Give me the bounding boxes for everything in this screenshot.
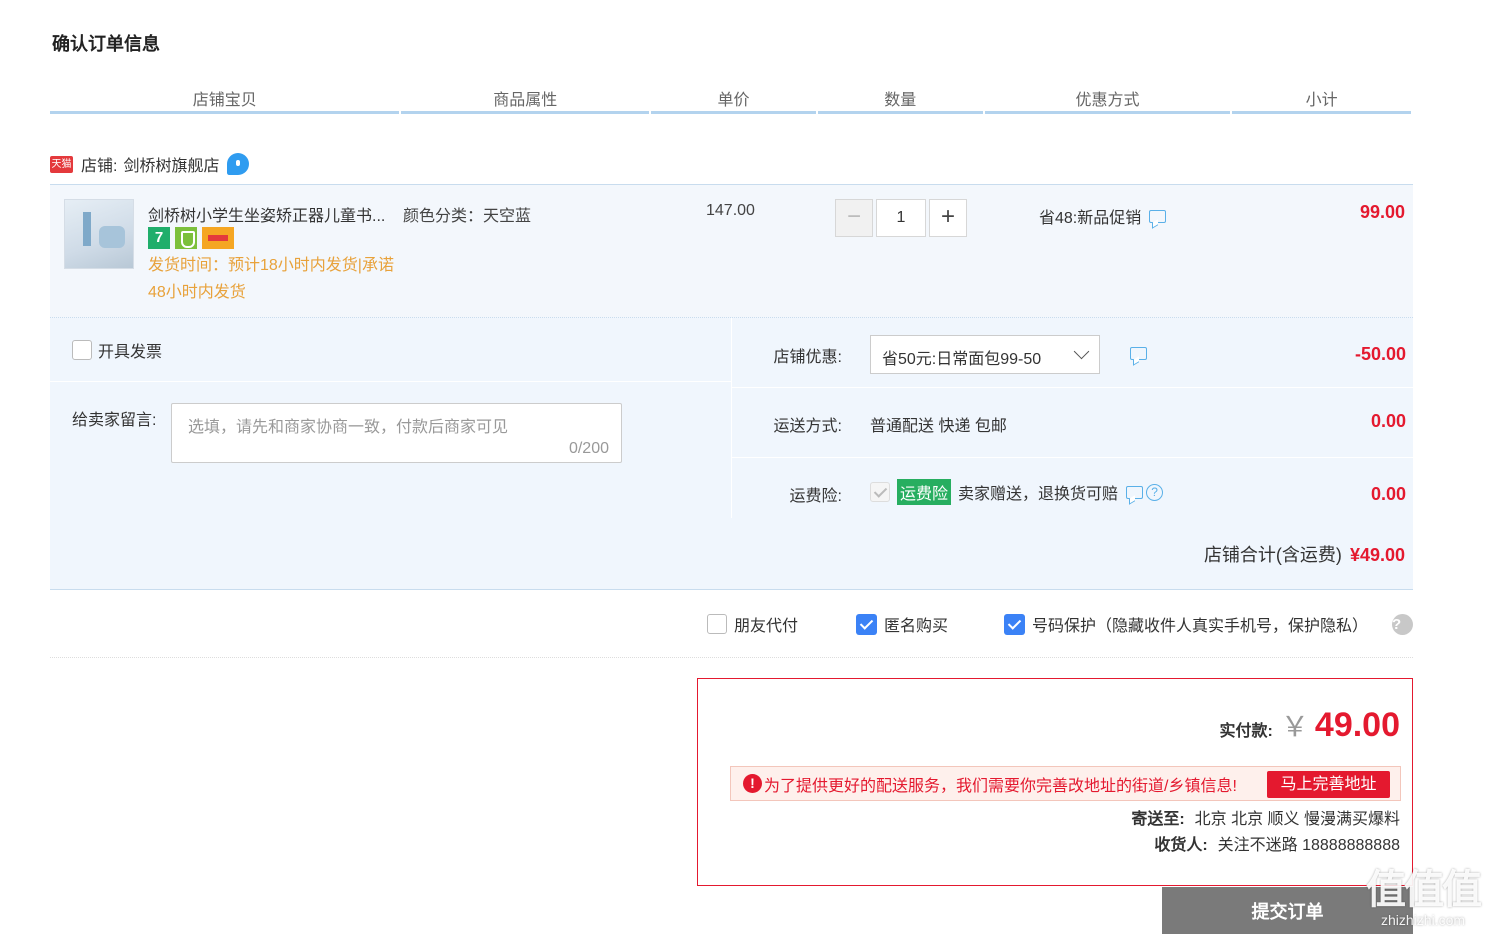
currency-symbol: ￥ <box>1280 711 1309 742</box>
item-subtotal: 99.00 <box>1359 202 1405 222</box>
column-attributes: 商品属性 <box>401 84 650 114</box>
guarantee-shield-icon[interactable] <box>175 227 197 249</box>
order-item-row: 剑桥树小学生坐姿矫正器儿童书... 7 发货时间：预计18小时内发货|承诺48小… <box>50 184 1413 318</box>
insurance-tag: 运费险 <box>897 479 952 505</box>
shipping-label: 运送方式: <box>773 418 842 435</box>
shop-discount-label: 店铺优惠: <box>773 349 842 366</box>
divider <box>50 657 1413 658</box>
message-placeholder: 选填，请先和商家协商一致，付款后商家可见 <box>188 419 509 436</box>
promotion-text: 省48:新品促销 <box>1039 210 1142 227</box>
shipping-address: 寄送至: 北京 北京 顺义 慢漫满买爆料 <box>1131 805 1400 829</box>
promotion: 省48:新品促销 <box>1039 204 1167 228</box>
page-title: 确认订单信息 <box>52 34 160 54</box>
quantity-increase-button[interactable]: + <box>929 199 967 237</box>
insurance-checkbox <box>870 482 890 502</box>
wangwang-chat-icon[interactable] <box>227 153 250 175</box>
anonymous-option[interactable]: 匿名购买 <box>856 612 948 636</box>
insurance-amount: 0.00 <box>1370 484 1406 504</box>
tmall-icon: 天猫 <box>50 155 73 173</box>
anonymous-checkbox[interactable] <box>856 613 877 635</box>
invoice-option[interactable]: 开具发票 <box>72 338 162 362</box>
column-shop-item: 店铺宝贝 <box>50 84 400 114</box>
product-thumbnail[interactable] <box>64 199 134 269</box>
shop-discount-row: 店铺优惠: 省50元:日常面包99-50 -50.00 <box>732 318 1414 388</box>
order-options-right: 店铺优惠: 省50元:日常面包99-50 -50.00 运送方式: 普通配送 快… <box>731 318 1414 518</box>
shop-name-link[interactable]: 剑桥树旗舰店 <box>123 152 219 176</box>
watermark-site: zhizhizhi.com <box>1380 912 1466 928</box>
shop-label: 店铺: <box>81 158 118 175</box>
shop-info: 天猫 店铺: 剑桥树旗舰店 <box>50 152 250 176</box>
number-protect-label: 号码保护（隐藏收件人真实手机号，保护隐私） <box>1032 618 1369 635</box>
watermark-logo: 值值值 <box>1366 868 1482 912</box>
column-discount: 优惠方式 <box>984 84 1231 114</box>
quantity-input[interactable]: 1 <box>876 199 926 237</box>
shipping-method: 普通配送 快递 包邮 <box>870 418 1007 435</box>
receiver-label: 收货人: <box>1154 837 1208 854</box>
payment-total: 实付款: ￥ 49.00 <box>1220 705 1400 745</box>
help-icon[interactable]: ? <box>1392 614 1413 635</box>
warning-icon: ! <box>743 774 762 793</box>
insurance-option: 运费险 卖家赠送，退换货可赔 ? <box>870 479 1164 505</box>
number-protect-option[interactable]: 号码保护（隐藏收件人真实手机号，保护隐私） <box>1004 612 1368 636</box>
unit-price: 147.00 <box>706 202 755 219</box>
receiver-info: 收货人: 关注不迷路 18888888888 <box>1154 831 1400 855</box>
message-char-count: 0/200 <box>568 440 609 457</box>
insurance-description: 卖家赠送，退换货可赔 <box>958 486 1119 503</box>
shop-total: 店铺合计(含运费) ¥49.00 <box>1204 541 1405 567</box>
receiver-value: 关注不迷路 18888888888 <box>1217 837 1400 854</box>
column-subtotal: 小计 <box>1232 84 1411 114</box>
comment-icon[interactable] <box>1126 485 1144 499</box>
message-label: 给卖家留言: <box>72 412 157 429</box>
comment-icon[interactable] <box>1149 209 1167 223</box>
column-header: 店铺宝贝 商品属性 单价 数量 优惠方式 小计 <box>50 84 1413 114</box>
product-name-link[interactable]: 剑桥树小学生坐姿矫正器儿童书... <box>148 202 385 226</box>
shipping-row: 运送方式: 普通配送 快递 包邮 0.00 <box>732 388 1414 458</box>
watermark: 值值值 zhizhizhi.com <box>1366 868 1482 928</box>
friend-pay-option[interactable]: 朋友代付 <box>707 612 798 636</box>
warning-text: 为了提供更好的配送服务，我们需要你完善改地址的街道/乡镇信息! <box>764 777 1237 795</box>
chevron-down-icon <box>1073 343 1090 360</box>
column-unit-price: 单价 <box>651 84 816 114</box>
shipping-time-note: 发货时间：预计18小时内发货|承诺48小时内发货 <box>148 257 394 301</box>
insurance-label: 运费险: <box>789 488 842 505</box>
insurance-row: 运费险: 运费险 卖家赠送，退换货可赔 ? 0.00 <box>732 458 1414 518</box>
seven-day-return-icon[interactable]: 7 <box>148 227 170 249</box>
friend-pay-label: 朋友代付 <box>734 618 799 635</box>
seller-message-input[interactable]: 选填，请先和商家协商一致，付款后商家可见 0/200 <box>171 403 622 463</box>
anonymous-label: 匿名购买 <box>884 618 949 635</box>
shop-discount-selected: 省50元:日常面包99-50 <box>882 351 1042 368</box>
shop-discount-amount: -50.00 <box>1354 344 1406 364</box>
invoice-label: 开具发票 <box>98 344 163 361</box>
payment-label: 实付款: <box>1219 723 1273 740</box>
product-attribute: 颜色分类：天空蓝 <box>403 208 532 225</box>
address-warning: ! 为了提供更好的配送服务，我们需要你完善改地址的街道/乡镇信息! 马上完善地址 <box>730 766 1401 801</box>
complete-address-button[interactable]: 马上完善地址 <box>1267 771 1390 798</box>
column-quantity: 数量 <box>817 84 983 114</box>
number-protect-checkbox[interactable] <box>1004 613 1025 635</box>
payment-summary: 实付款: ￥ 49.00 ! 为了提供更好的配送服务，我们需要你完善改地址的街道… <box>697 678 1413 886</box>
quantity-stepper: − 1 + <box>835 199 967 237</box>
order-options-section: 开具发票 给卖家留言: 选填，请先和商家协商一致，付款后商家可见 0/200 店… <box>50 318 1414 590</box>
payment-amount: 49.00 <box>1314 706 1400 744</box>
invoice-checkbox[interactable] <box>72 340 92 360</box>
shop-total-label: 店铺合计(含运费) <box>1203 545 1342 565</box>
order-options-left: 开具发票 给卖家留言: 选填，请先和商家协商一致，付款后商家可见 0/200 <box>50 318 731 518</box>
shipping-amount: 0.00 <box>1370 411 1406 431</box>
invoice-row: 开具发票 <box>50 318 731 382</box>
shop-total-amount: ¥49.00 <box>1349 545 1405 565</box>
friend-pay-checkbox[interactable] <box>707 614 727 634</box>
quantity-decrease-button[interactable]: − <box>835 199 873 237</box>
help-icon[interactable]: ? <box>1146 483 1164 501</box>
shop-discount-select[interactable]: 省50元:日常面包99-50 <box>870 335 1100 374</box>
address-value: 北京 北京 顺义 慢漫满买爆料 <box>1194 811 1400 828</box>
credit-card-icon[interactable] <box>202 227 234 249</box>
comment-icon[interactable] <box>1130 347 1147 360</box>
service-badges: 7 <box>148 227 234 249</box>
address-label: 寄送至: <box>1131 811 1185 828</box>
